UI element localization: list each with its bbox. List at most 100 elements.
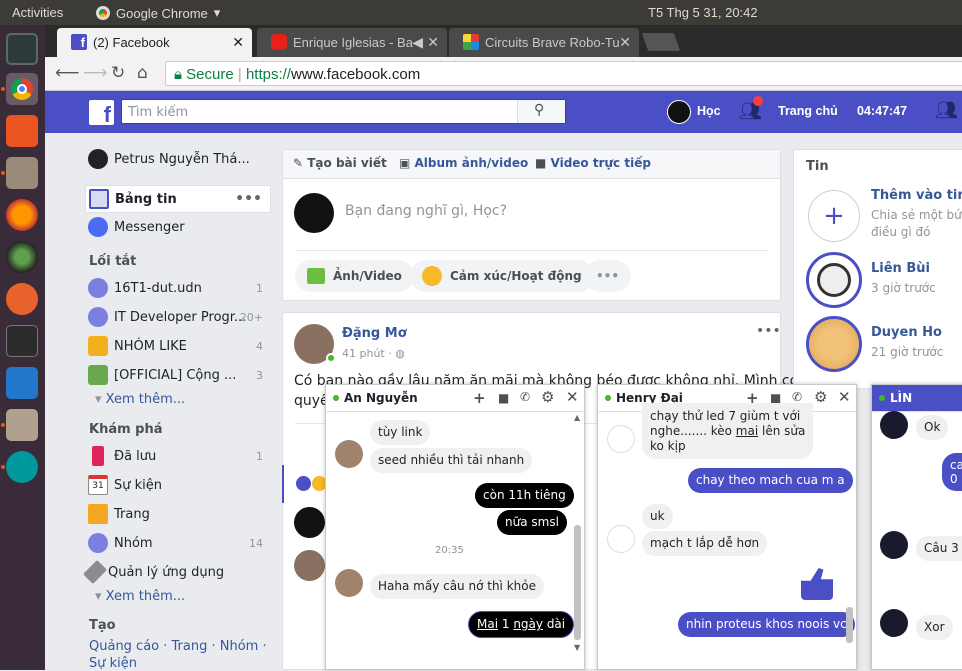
url-input[interactable]: 🔒︎ Secure | https://www.facebook.com bbox=[165, 61, 962, 86]
group-icon bbox=[88, 307, 108, 327]
add-story-button[interactable]: + bbox=[808, 190, 860, 242]
feeling-activity-button[interactable]: Cảm xúc/Hoạt động bbox=[410, 260, 594, 292]
reaction-bar[interactable] bbox=[282, 465, 327, 503]
close-icon[interactable]: ✕ bbox=[566, 388, 579, 406]
sidebar-item-pages[interactable]: Trang bbox=[85, 501, 271, 527]
mute-icon[interactable]: ◀ bbox=[412, 34, 423, 51]
profile-link[interactable]: Petrus Nguyễn Thá... bbox=[85, 146, 271, 172]
tab-circuits[interactable]: Circuits Brave Robo-Tu ✕ bbox=[449, 28, 639, 57]
plant-icon bbox=[88, 365, 108, 385]
close-icon[interactable]: ✕ bbox=[838, 388, 851, 406]
message-in: tùy link bbox=[370, 420, 431, 445]
system-clock[interactable]: T5 Thg 5 31, 20:42 bbox=[648, 5, 758, 20]
search-input[interactable]: Tìm kiếm ⚲ bbox=[121, 99, 566, 124]
story-name[interactable]: Duyen Ho bbox=[871, 325, 942, 340]
tab-photo-album[interactable]: ▣ Album ảnh/video bbox=[399, 156, 528, 170]
post-input[interactable]: Bạn đang nghĩ gì, Học? bbox=[345, 203, 507, 219]
shortcut-item[interactable]: [OFFICIAL] Cộng ... 3 bbox=[85, 362, 271, 388]
reload-icon[interactable]: ↻ bbox=[111, 63, 125, 83]
sidebar-item-newsfeed[interactable]: Bảng tin ••• bbox=[85, 185, 271, 213]
sidebar-item-messenger[interactable]: Messenger bbox=[85, 214, 271, 240]
tab-youtube[interactable]: Enrique Iglesias - Ba ◀ ✕ bbox=[257, 28, 447, 57]
facebook-logo-icon[interactable]: f bbox=[89, 100, 114, 125]
create-links[interactable]: Quảng cáo · Trang · Nhóm · bbox=[89, 639, 267, 654]
post-options-icon[interactable]: ••• bbox=[756, 323, 781, 339]
user-name-link[interactable]: Học bbox=[697, 104, 721, 118]
chat-header[interactable]: An Nguyễn + ■ ✆ ⚙ ✕ bbox=[326, 385, 584, 412]
photo-video-button[interactable]: Ảnh/Video bbox=[295, 260, 414, 292]
more-options-button[interactable]: ••• bbox=[584, 260, 632, 292]
message-out: nữa smsl bbox=[497, 510, 567, 535]
shortcut-item[interactable]: 16T1-dut.udn 1 bbox=[85, 275, 271, 301]
sidebar-item-apps[interactable]: Quản lý ứng dụng bbox=[82, 559, 271, 585]
tab-title: Circuits Brave Robo-Tu bbox=[485, 35, 620, 50]
camera-app-icon[interactable] bbox=[6, 241, 38, 273]
software-center-icon[interactable] bbox=[6, 115, 38, 147]
tab-facebook[interactable]: f (2) Facebook ✕ bbox=[57, 28, 252, 57]
scroll-down-icon[interactable]: ▼ bbox=[574, 643, 580, 652]
system-monitor-icon[interactable] bbox=[6, 33, 38, 65]
post-timestamp[interactable]: 41 phút · ◍ bbox=[342, 347, 405, 360]
arduino-icon[interactable] bbox=[6, 451, 38, 483]
tab-live-video[interactable]: ■ Video trực tiếp bbox=[535, 156, 651, 170]
new-tab-button[interactable] bbox=[641, 33, 681, 51]
pen-tool-icon[interactable] bbox=[6, 283, 38, 315]
friends-icon[interactable]: 👥︎ bbox=[935, 100, 958, 121]
create-event-link[interactable]: Sự kiện bbox=[89, 656, 137, 671]
youtube-icon bbox=[271, 34, 287, 50]
more-options-icon[interactable]: ••• bbox=[235, 191, 262, 207]
sidebar-item-saved[interactable]: Đã lưu 1 bbox=[85, 443, 271, 469]
home-icon[interactable]: ⌂ bbox=[137, 63, 148, 83]
pencil-icon: ✎ bbox=[293, 156, 308, 170]
home-link[interactable]: Trang chủ bbox=[778, 104, 838, 118]
close-icon[interactable]: ✕ bbox=[619, 34, 631, 51]
online-indicator bbox=[333, 395, 339, 401]
user-avatar[interactable] bbox=[667, 100, 691, 124]
search-button[interactable]: ⚲ bbox=[517, 100, 565, 123]
close-icon[interactable]: ✕ bbox=[427, 34, 439, 51]
add-person-icon[interactable]: + bbox=[473, 389, 486, 407]
scrollbar[interactable] bbox=[574, 525, 581, 640]
sidebar-item-events[interactable]: 31 Sự kiện bbox=[85, 472, 271, 498]
story-avatar[interactable] bbox=[806, 252, 862, 308]
files-icon[interactable] bbox=[6, 157, 38, 189]
activities-button[interactable]: Activities bbox=[12, 5, 63, 20]
video-call-icon[interactable]: ■ bbox=[498, 391, 509, 405]
search-placeholder: Tìm kiếm bbox=[128, 105, 189, 120]
installer-icon[interactable] bbox=[6, 409, 38, 441]
tab-create-post[interactable]: ✎ Tạo bài viết bbox=[293, 156, 387, 170]
forward-icon[interactable]: ⟶ bbox=[83, 63, 107, 83]
gear-icon[interactable]: ⚙ bbox=[541, 388, 554, 406]
tab-label: Video trực tiếp bbox=[550, 156, 651, 170]
sidebar-item-groups[interactable]: Nhóm 14 bbox=[85, 530, 271, 556]
terminal-icon[interactable] bbox=[6, 325, 38, 357]
online-indicator bbox=[326, 353, 336, 363]
story-name[interactable]: Liên Bùi bbox=[871, 261, 930, 276]
shortcuts-heading: Lối tắt bbox=[89, 254, 137, 269]
shortcut-item[interactable]: IT Developer Progr... 20+ bbox=[85, 304, 271, 330]
vscode-icon[interactable] bbox=[6, 367, 38, 399]
add-story-title[interactable]: Thêm vào tin bbox=[871, 188, 962, 203]
chat-header[interactable]: LÌN bbox=[872, 385, 962, 412]
chrome-launcher-icon[interactable] bbox=[6, 73, 38, 105]
app-menu[interactable]: Google Chrome ▾ bbox=[96, 5, 220, 21]
shortcut-item[interactable]: NHÓM LIKE 4 bbox=[85, 333, 271, 359]
phone-icon[interactable]: ✆ bbox=[792, 390, 802, 404]
back-icon[interactable]: ⟵ bbox=[55, 63, 79, 83]
address-bar-area: ⟵ ⟶ ↻ ⌂ 🔒︎ Secure | https://www.facebook… bbox=[45, 57, 962, 91]
scroll-up-icon[interactable]: ▲ bbox=[574, 413, 580, 422]
story-avatar[interactable] bbox=[806, 316, 862, 372]
see-more-shortcuts[interactable]: ▾ Xem thêm... bbox=[95, 392, 185, 407]
post-author[interactable]: Đặng Mơ bbox=[342, 326, 407, 341]
facebook-icon: f bbox=[71, 34, 87, 50]
gear-icon[interactable]: ⚙ bbox=[814, 388, 827, 406]
close-icon[interactable]: ✕ bbox=[232, 34, 244, 51]
scrollbar[interactable] bbox=[846, 607, 853, 643]
messenger-icon bbox=[88, 217, 108, 237]
phone-icon[interactable]: ✆ bbox=[520, 390, 530, 404]
see-more-explore[interactable]: ▾ Xem thêm... bbox=[95, 589, 185, 604]
firefox-icon[interactable] bbox=[6, 199, 38, 231]
newsfeed-icon bbox=[89, 189, 109, 209]
text-segment: nghe....... kèo bbox=[650, 424, 736, 438]
text-segment: 1 bbox=[498, 617, 514, 631]
